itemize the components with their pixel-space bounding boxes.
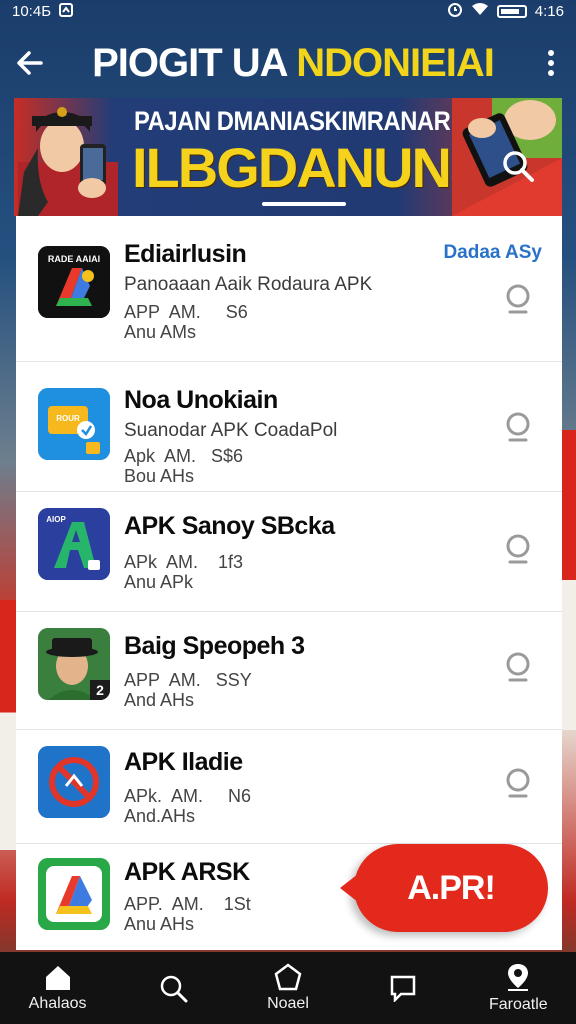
nav-label: Ahalaos xyxy=(28,995,87,1012)
page-title-part1: PIOGIT UA xyxy=(92,40,287,85)
arrow-left-icon xyxy=(17,51,43,75)
banner-title: ILBGDANUNSIA xyxy=(132,136,539,199)
app-meta: APk. AM. N6 xyxy=(124,786,252,806)
app-subtitle: Suanodar APK CoadaPol xyxy=(124,420,338,441)
app-icon-1-label: RADE AAIAI xyxy=(48,254,100,264)
app-meta: Apk AM. S$6 xyxy=(124,446,244,466)
page-title: PIOGIT UA NDONIEIAI xyxy=(60,41,526,86)
alarm-icon xyxy=(447,1,463,21)
app-logo-icon: RADE AAIAI xyxy=(38,246,110,318)
app-bar: PIOGIT UA NDONIEIAI xyxy=(0,28,576,98)
app-meta: APP AM. S6 xyxy=(124,302,248,322)
avatar: 2 xyxy=(38,628,110,700)
location-pin-icon xyxy=(508,964,529,991)
back-button[interactable] xyxy=(0,33,60,93)
app-logo-icon xyxy=(38,746,110,818)
app-icon-3-label: AIOP xyxy=(46,515,66,524)
nav-item-messages[interactable] xyxy=(353,952,453,1024)
app-meta-secondary: Anu APk xyxy=(124,572,194,592)
search-icon xyxy=(506,768,530,798)
banner-headline: PAJAN DMANIASKIMRANAR xyxy=(134,106,451,136)
status-time: 10:4Б xyxy=(12,2,52,20)
app-meta-secondary: And AHs xyxy=(124,690,195,710)
app-icon-4: 2 xyxy=(38,628,110,700)
battery-time: 4:16 xyxy=(534,2,564,20)
app-subtitle: Panoaaan Aaik Rodaura APK xyxy=(124,274,373,295)
banner-search-button[interactable] xyxy=(496,144,540,188)
app-list: RADE AAIAI Ediairlusin Panoaaan Aaik Rod… xyxy=(16,216,562,950)
app-icon-6 xyxy=(38,858,110,930)
side-link[interactable]: Dadaa ASy xyxy=(443,242,542,264)
app-name: Noa Unokiain xyxy=(124,386,278,414)
notification-icon xyxy=(59,2,74,20)
app-icon-2: ROUR xyxy=(38,388,110,460)
list-item[interactable]: APK Iladie APk. AM. N6 And.AHs xyxy=(16,730,562,844)
item-search-button[interactable] xyxy=(498,528,540,570)
app-meta-secondary: Anu AMs xyxy=(124,322,197,342)
more-vert-icon xyxy=(548,50,554,76)
battery-icon xyxy=(496,4,527,18)
list-item[interactable]: RADE AAIAI Ediairlusin Panoaaan Aaik Rod… xyxy=(16,216,562,362)
app-meta: APk AM. 1f3 xyxy=(124,552,244,572)
list-item[interactable]: 2 Baig Speopeh 3 APP AM. SSY And AHs xyxy=(16,612,562,730)
list-item[interactable]: ROUR Noa Unokiain Suanodar APK CoadaPol … xyxy=(16,362,562,492)
nav-item-search[interactable] xyxy=(123,952,223,1024)
app-name: Baig Speopeh 3 xyxy=(124,632,305,660)
app-meta-secondary: Anu AHs xyxy=(124,914,195,934)
app-icon-5 xyxy=(38,746,110,818)
nav-item-novel[interactable]: Noael xyxy=(238,952,338,1024)
list-item[interactable]: AIOP APK Sanoy SBcka APk AM. 1f3 Anu APk xyxy=(16,492,562,612)
app-name: APK ARSK xyxy=(124,858,250,886)
app-meta: APP. AM. 1St xyxy=(124,894,251,914)
nav-item-home[interactable]: Ahalaos xyxy=(8,952,108,1024)
app-logo-icon: ROUR xyxy=(38,388,110,460)
promo-action-button[interactable]: A.PR! xyxy=(340,844,548,932)
app-name: Ediairlusin xyxy=(124,240,247,268)
bottom-navigation: Ahalaos Noael Faroatle xyxy=(0,952,576,1024)
item-search-button[interactable] xyxy=(498,406,540,448)
item-search-button[interactable] xyxy=(498,762,540,804)
app-meta-secondary: Bou AHs xyxy=(124,466,195,486)
nav-label: Faroatle xyxy=(488,996,548,1013)
app-meta: APP AM. SSY xyxy=(124,670,252,690)
app-icon-4-label: 2 xyxy=(96,682,104,698)
square-chat-icon xyxy=(390,975,416,1002)
search-icon xyxy=(506,652,530,682)
search-icon xyxy=(506,534,530,564)
app-logo-icon: AIOP xyxy=(38,508,110,580)
home-icon xyxy=(45,966,70,990)
pentagon-home-icon xyxy=(274,963,302,991)
nav-item-favorite[interactable]: Faroatle xyxy=(468,952,568,1024)
search-icon xyxy=(503,151,534,182)
search-icon xyxy=(506,412,530,442)
banner-page-indicator xyxy=(262,202,346,206)
promo-banner[interactable]: PAJAN DMANIASKIMRANAR ILBGDANUNSIA xyxy=(14,98,562,216)
item-search-button[interactable] xyxy=(498,646,540,688)
search-icon xyxy=(160,975,188,1003)
app-icon-3: AIOP xyxy=(38,508,110,580)
app-icon-1: RADE AAIAI xyxy=(38,246,110,318)
page-title-part2: NDONIEIAI xyxy=(296,40,495,85)
app-meta-secondary: And.AHs xyxy=(124,806,196,826)
app-logo-icon xyxy=(38,858,110,930)
banner-person-left-image xyxy=(18,107,118,216)
app-icon-2-label: ROUR xyxy=(56,414,80,423)
app-name: APK Iladie xyxy=(124,748,243,776)
item-search-button[interactable] xyxy=(498,278,540,320)
app-name: APK Sanoy SBcka xyxy=(124,512,335,540)
wifi-icon xyxy=(471,2,489,20)
search-icon xyxy=(506,284,530,314)
more-options-button[interactable] xyxy=(526,33,576,93)
status-bar: 10:4Б 4:16 xyxy=(0,0,576,22)
nav-label: Noael xyxy=(267,995,309,1012)
